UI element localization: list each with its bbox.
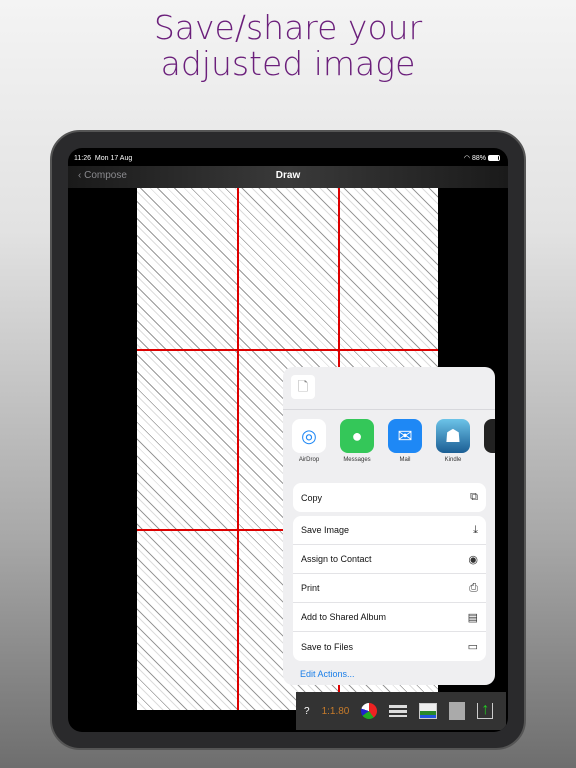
- share-app-kindle[interactable]: ☗ Kindle: [436, 419, 470, 463]
- photo-icon[interactable]: [419, 703, 438, 719]
- crop-icon[interactable]: [449, 702, 466, 720]
- action-save-files[interactable]: Save to Files ▭: [293, 632, 486, 661]
- document-icon: 🗋: [291, 375, 315, 399]
- screen: 11:26 Mon 17 Aug ◠ 88% ‹ Compose Draw 🗋 …: [68, 148, 508, 732]
- copy-icon: ⧉: [470, 491, 478, 503]
- share-app-messages[interactable]: ● Messages: [340, 419, 374, 463]
- share-icon[interactable]: ↑: [477, 702, 494, 719]
- contact-icon: ◉: [468, 553, 478, 566]
- bottom-toolbar: ? 1:1.80 ↑: [296, 692, 506, 730]
- share-app-partial[interactable]: Pr: [484, 419, 495, 463]
- help-button[interactable]: ?: [304, 706, 310, 717]
- battery-icon: [488, 155, 500, 162]
- menu-lines-icon[interactable]: [389, 705, 408, 717]
- headline-line-1: Save/share your: [153, 8, 423, 47]
- share-apps: ◎ AirDrop ● Messages ✉ Mail ☗ Kindle Pr: [292, 419, 495, 463]
- nav-bar: ‹ Compose Draw: [68, 166, 508, 188]
- action-label: Add to Shared Album: [301, 612, 387, 622]
- action-shared-album[interactable]: Add to Shared Album ▤: [293, 603, 486, 632]
- action-label: Save Image: [301, 525, 350, 535]
- shared-album-icon: ▤: [467, 611, 478, 624]
- share-app-airdrop[interactable]: ◎ AirDrop: [292, 419, 326, 463]
- app-label: Kindle: [444, 457, 462, 463]
- action-label: Copy: [301, 492, 323, 503]
- status-date: Mon 17 Aug: [94, 154, 133, 162]
- mail-icon: ✉: [388, 419, 422, 453]
- app-label: Messages: [343, 457, 371, 463]
- color-wheel-icon[interactable]: [361, 703, 378, 719]
- headline-line-2: adjusted image: [160, 44, 416, 83]
- nav-title: Draw: [275, 170, 301, 181]
- status-time: 11:26: [74, 154, 91, 162]
- grid-line-v1: [237, 188, 239, 710]
- airdrop-icon: ◎: [292, 419, 326, 453]
- aspect-ratio[interactable]: 1:1.80: [322, 706, 350, 717]
- battery-percent: 88%: [471, 155, 486, 162]
- app-label: Mail: [399, 457, 411, 463]
- action-copy[interactable]: Copy ⧉: [293, 483, 486, 512]
- app-label: AirDrop: [298, 457, 320, 463]
- grid-line-h1: [137, 349, 438, 351]
- actions-group: Save Image ⤓ Assign to Contact ◉ Print ⎙ Ad…: [293, 516, 486, 661]
- wifi-icon: ◠: [463, 155, 471, 162]
- printer-icon: ⎙: [469, 581, 478, 594]
- action-label: Print: [301, 583, 320, 593]
- action-label: Save to Files: [301, 641, 354, 652]
- copy-group: Copy ⧉: [293, 483, 486, 512]
- action-print[interactable]: Print ⎙: [293, 574, 486, 603]
- save-icon: ⤓: [473, 523, 478, 536]
- share-app-mail[interactable]: ✉ Mail: [388, 419, 422, 463]
- messages-icon: ●: [340, 419, 374, 453]
- folder-icon: ▭: [467, 641, 478, 653]
- edit-actions-link[interactable]: Edit Actions...: [300, 669, 355, 679]
- headline: Save/share your adjusted image: [0, 10, 576, 82]
- divider: [283, 409, 495, 410]
- action-label: Assign to Contact: [301, 554, 372, 564]
- kindle-icon: ☗: [436, 419, 470, 453]
- action-assign-contact[interactable]: Assign to Contact ◉: [293, 545, 486, 574]
- action-save-image[interactable]: Save Image ⤓: [293, 516, 486, 545]
- app-icon: [484, 419, 495, 453]
- status-bar: 11:26 Mon 17 Aug ◠ 88%: [74, 151, 500, 165]
- share-sheet: 🗋 ◎ AirDrop ● Messages ✉ Mail ☗ Kindle Pr Co…: [283, 367, 495, 685]
